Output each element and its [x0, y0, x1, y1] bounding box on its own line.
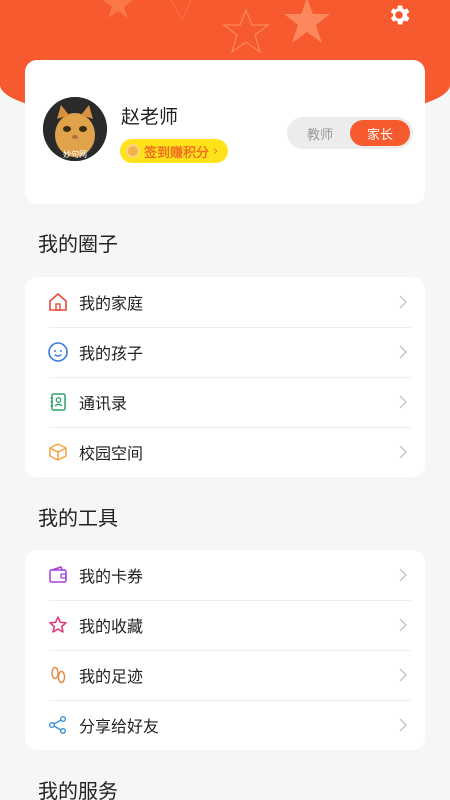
- share-icon: [47, 714, 69, 736]
- triangle-decoration-icon: [170, 0, 192, 22]
- footprint-icon: [47, 664, 69, 686]
- checkin-label: 签到赚积分: [144, 145, 210, 161]
- gear-icon: [390, 5, 410, 25]
- cat-avatar-image: 妙句网: [43, 97, 107, 161]
- wallet-icon: [47, 564, 69, 586]
- chevron-right-icon: [393, 292, 413, 312]
- chevron-right-icon: [393, 665, 413, 685]
- section-title-circle: 我的圈子: [38, 232, 118, 256]
- menu-item-my-footprints[interactable]: 我的足迹: [25, 650, 425, 700]
- menu-item-label: 通讯录: [79, 394, 128, 413]
- cube-icon: [47, 441, 69, 463]
- menu-item-campus-space[interactable]: 校园空间: [25, 427, 425, 477]
- menu-item-label: 我的收藏: [79, 617, 144, 636]
- menu-item-label: 我的家庭: [79, 294, 144, 313]
- star-icon: [47, 614, 69, 636]
- contacts-icon: [47, 391, 69, 413]
- checkin-points-button[interactable]: 签到赚积分 ›: [120, 139, 229, 163]
- menu-item-label: 校园空间: [79, 444, 144, 463]
- menu-item-label: 我的卡券: [79, 567, 144, 586]
- star-decoration-icon: [103, 0, 133, 18]
- section-title-services: 我的服务: [38, 779, 118, 800]
- role-teacher-option[interactable]: 教师: [290, 120, 350, 146]
- menu-item-my-child[interactable]: 我的孩子: [25, 327, 425, 377]
- child-face-icon: [47, 341, 69, 363]
- profile-card: 妙句网 赵老师 签到赚积分 › 教师 家长: [25, 60, 425, 204]
- coin-icon: [126, 144, 140, 158]
- avatar-watermark: 妙句网: [63, 149, 87, 159]
- chevron-right-icon: [393, 342, 413, 362]
- tools-menu-card: 我的卡券 我的收藏 我的足迹 分享给好友: [25, 550, 425, 750]
- chevron-right-icon: [393, 392, 413, 412]
- role-parent-option[interactable]: 家长: [350, 120, 410, 146]
- star-filled-decoration-icon: [284, 0, 330, 43]
- menu-item-label: 我的孩子: [79, 344, 144, 363]
- avatar[interactable]: 妙句网: [43, 97, 107, 161]
- menu-item-label: 我的足迹: [79, 667, 144, 686]
- chevron-right-icon: [393, 615, 413, 635]
- circle-menu-card: 我的家庭 我的孩子 通讯录 校园空间: [25, 277, 425, 477]
- chevron-right-icon: [393, 715, 413, 735]
- star-outline-decoration-icon: [222, 8, 270, 54]
- chevron-right-icon: ›: [213, 143, 219, 159]
- menu-item-contacts[interactable]: 通讯录: [25, 377, 425, 427]
- menu-item-my-favorites[interactable]: 我的收藏: [25, 600, 425, 650]
- menu-item-my-family[interactable]: 我的家庭: [25, 277, 425, 327]
- menu-item-label: 分享给好友: [79, 717, 160, 736]
- settings-gear-button[interactable]: [384, 0, 414, 30]
- role-toggle: 教师 家长: [287, 117, 413, 149]
- section-title-tools: 我的工具: [38, 506, 118, 530]
- menu-item-share-to-friends[interactable]: 分享给好友: [25, 700, 425, 750]
- user-name: 赵老师: [121, 106, 179, 128]
- chevron-right-icon: [393, 565, 413, 585]
- home-icon: [47, 291, 69, 313]
- menu-item-my-coupons[interactable]: 我的卡券: [25, 550, 425, 600]
- chevron-right-icon: [393, 442, 413, 462]
